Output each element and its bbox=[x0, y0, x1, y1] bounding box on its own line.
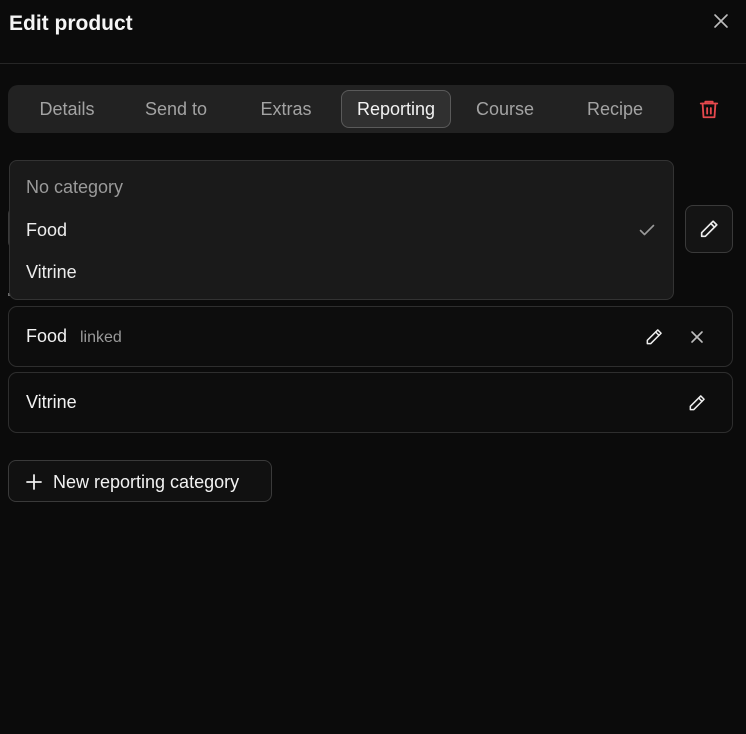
category-row-food: Food linked bbox=[8, 306, 733, 367]
category-name: Vitrine bbox=[26, 392, 77, 412]
dropdown-option-label: No category bbox=[26, 176, 124, 197]
close-button[interactable] bbox=[708, 8, 734, 34]
panel-header: Edit product bbox=[0, 0, 746, 64]
category-dropdown: No category Food Vitrine bbox=[9, 160, 674, 300]
dropdown-option-label: Vitrine bbox=[26, 261, 77, 282]
pencil-icon bbox=[700, 220, 718, 238]
linked-badge: linked bbox=[80, 329, 122, 346]
tab-course[interactable]: Course bbox=[461, 90, 549, 128]
close-icon bbox=[714, 14, 728, 28]
dropdown-option-no-category[interactable]: No category bbox=[10, 167, 673, 207]
new-reporting-category-button[interactable]: New reporting category bbox=[8, 460, 272, 502]
trash-icon bbox=[699, 100, 719, 119]
tab-extras[interactable]: Extras bbox=[242, 90, 330, 128]
category-name: Food bbox=[26, 326, 68, 346]
edit-food-button[interactable] bbox=[641, 324, 667, 350]
tab-send-to[interactable]: Send to bbox=[130, 90, 222, 128]
category-row-vitrine: Vitrine bbox=[8, 372, 733, 433]
delete-product-button[interactable] bbox=[692, 93, 726, 125]
tab-recipe[interactable]: Recipe bbox=[570, 90, 660, 128]
pencil-icon bbox=[689, 395, 705, 411]
edit-category-button[interactable] bbox=[685, 205, 733, 253]
plus-icon bbox=[24, 472, 44, 492]
edit-product-panel: Edit product Details Send to Extras Repo… bbox=[0, 0, 746, 734]
check-icon bbox=[638, 221, 656, 239]
x-icon bbox=[691, 331, 703, 343]
pencil-icon bbox=[646, 329, 662, 345]
dropdown-option-vitrine[interactable]: Vitrine bbox=[10, 252, 673, 292]
tab-bar: Details Send to Extras Reporting Course … bbox=[8, 85, 674, 133]
unlink-food-button[interactable] bbox=[684, 324, 710, 350]
new-reporting-category-label: New reporting category bbox=[53, 472, 240, 492]
dropdown-option-label: Food bbox=[26, 219, 68, 240]
page-title: Edit product bbox=[9, 12, 133, 35]
dropdown-option-food[interactable]: Food bbox=[10, 210, 673, 250]
tab-reporting[interactable]: Reporting bbox=[341, 90, 451, 128]
tab-details[interactable]: Details bbox=[20, 90, 114, 128]
edit-vitrine-button[interactable] bbox=[684, 390, 710, 416]
